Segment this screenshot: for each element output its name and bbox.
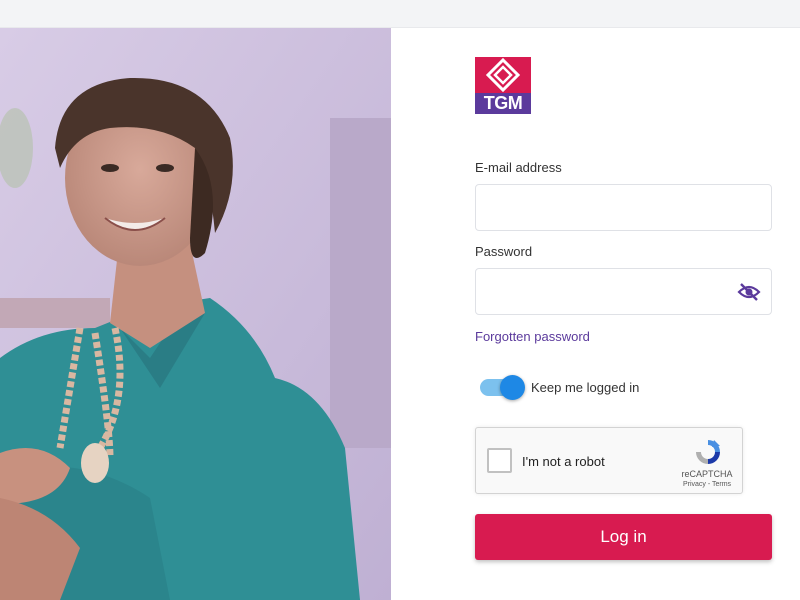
hero-photo [0,28,391,600]
logo-emblem [475,57,531,93]
logo-text: TGM [475,93,531,114]
password-input[interactable] [476,269,771,314]
recaptcha-privacy-link[interactable]: Privacy [683,481,706,488]
top-bar [0,0,800,28]
login-button[interactable]: Log in [475,514,772,560]
password-label: Password [475,244,533,259]
email-label: E-mail address [475,160,562,175]
keep-logged-in-label: Keep me logged in [531,380,640,395]
email-field-wrapper [475,184,772,231]
tgm-logo: TGM [475,57,531,114]
toggle-knob [500,375,525,400]
recaptcha-terms-link[interactable]: Terms [712,481,731,488]
recaptcha-brand: reCAPTCHA [681,469,733,479]
recaptcha-terms-row: Privacy - Terms [672,481,742,488]
eye-off-icon[interactable] [737,281,761,303]
email-input[interactable] [476,185,771,230]
recaptcha-widget: I'm not a robot reCAPTCHA Privacy - Term… [475,427,743,494]
recaptcha-text: I'm not a robot [522,454,605,469]
recaptcha-icon [693,437,723,467]
keep-logged-in-toggle[interactable] [478,375,526,400]
forgotten-password-link[interactable]: Forgotten password [475,329,590,344]
recaptcha-checkbox[interactable] [487,448,512,473]
password-field-wrapper [475,268,772,315]
